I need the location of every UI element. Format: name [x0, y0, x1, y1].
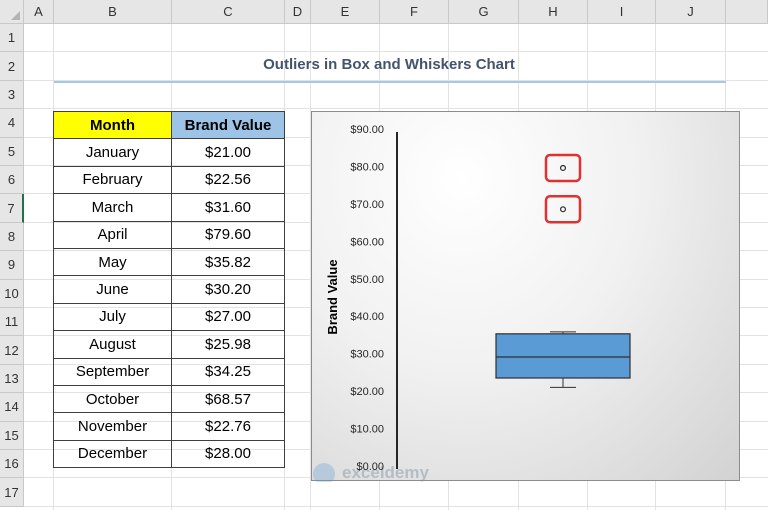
table-row: January $21.00 [53, 138, 285, 167]
brand-value-cell[interactable]: $21.00 [171, 138, 285, 167]
row-header-9[interactable]: 9 [0, 251, 24, 280]
column-header-i[interactable]: I [588, 0, 656, 24]
y-tick-label: $10.00 [350, 424, 384, 436]
month-cell[interactable]: February [53, 165, 172, 195]
watermark-logo-icon [313, 463, 335, 482]
row-header-6[interactable]: 6 [0, 166, 24, 195]
column-header-h[interactable]: H [519, 0, 588, 24]
table-row: February $22.56 [53, 165, 285, 195]
box-whisker-chart[interactable]: exceldemyEXCEL · DATA · BI$0.00$10.00$20… [311, 111, 740, 482]
column-header-g[interactable]: G [449, 0, 519, 24]
row-header-5[interactable]: 5 [0, 137, 24, 166]
brand-value-cell[interactable]: $27.00 [171, 302, 285, 332]
row-header-1[interactable]: 1 [0, 24, 24, 53]
table-row: November $22.76 [53, 412, 285, 441]
month-cell[interactable]: January [53, 138, 172, 167]
row-header-12[interactable]: 12 [0, 336, 24, 365]
table-body: January $21.00 February $22.56 March $31.60 Ap… [53, 138, 285, 469]
column-header-filler [726, 0, 768, 24]
brand-value-header[interactable]: Brand Value [171, 110, 285, 140]
table-row: March $31.60 [53, 193, 285, 222]
table-row: September $34.25 [53, 357, 285, 386]
brand-value-cell[interactable]: $68.57 [171, 384, 285, 414]
y-tick-label: $40.00 [350, 311, 384, 323]
table-row: August $25.98 [53, 330, 285, 359]
chart-plot: exceldemyEXCEL · DATA · BI$0.00$10.00$20… [313, 124, 631, 482]
row-header-13[interactable]: 13 [0, 364, 24, 394]
y-tick-label: $50.00 [350, 274, 384, 286]
grid-hline [24, 505, 768, 507]
row-header-2[interactable]: 2 [0, 52, 24, 81]
column-header-f[interactable]: F [380, 0, 449, 24]
column-header-d[interactable]: D [285, 0, 311, 24]
column-header-e[interactable]: E [311, 0, 380, 24]
column-header-b[interactable]: B [54, 0, 172, 24]
row-header-8[interactable]: 8 [0, 222, 24, 252]
table-row: April $79.60 [53, 220, 285, 249]
y-axis-title: Brand Value [325, 259, 340, 334]
brand-value-cell[interactable]: $25.98 [171, 330, 285, 359]
brand-value-cell[interactable]: $79.60 [171, 220, 285, 249]
y-tick-label: $30.00 [350, 349, 384, 361]
row-header-4[interactable]: 4 [0, 109, 24, 138]
month-cell[interactable]: May [53, 247, 172, 277]
row-header-16[interactable]: 16 [0, 450, 24, 479]
month-cell[interactable]: October [53, 384, 172, 414]
month-cell[interactable]: September [53, 357, 172, 386]
brand-value-cell[interactable]: $22.76 [171, 412, 285, 441]
brand-value-cell[interactable]: $31.60 [171, 193, 285, 222]
brand-value-table: Month Brand Value January $21.00 February $… [53, 110, 285, 469]
row-header-14[interactable]: 14 [0, 393, 24, 422]
month-cell[interactable]: April [53, 220, 172, 249]
table-row: October $68.57 [53, 384, 285, 414]
column-header-j[interactable]: J [656, 0, 726, 24]
column-header-c[interactable]: C [172, 0, 285, 24]
title-underline [54, 81, 726, 83]
row-header-15[interactable]: 15 [0, 421, 24, 450]
brand-value-cell[interactable]: $34.25 [171, 357, 285, 386]
outlier-point [559, 206, 567, 213]
brand-value-cell[interactable]: $22.56 [171, 165, 285, 195]
y-tick-label: $60.00 [350, 236, 384, 248]
table-row: May $35.82 [53, 247, 285, 277]
brand-value-cell[interactable]: $30.20 [171, 275, 285, 304]
month-cell[interactable]: March [53, 193, 172, 222]
month-cell[interactable]: June [53, 275, 172, 304]
y-tick-label: $0.00 [356, 461, 384, 473]
table-row: June $30.20 [53, 275, 285, 304]
box-iqr [495, 333, 631, 379]
y-tick-label: $70.00 [350, 199, 384, 211]
month-header[interactable]: Month [53, 110, 172, 140]
row-header-7[interactable]: 7 [0, 194, 24, 223]
month-cell[interactable]: July [53, 302, 172, 332]
month-cell[interactable]: November [53, 412, 172, 441]
table-row: July $27.00 [53, 302, 285, 332]
watermark-name: exceldemy [342, 463, 429, 482]
y-tick-label: $80.00 [350, 161, 384, 173]
row-header-11[interactable]: 11 [0, 308, 24, 337]
table-header-row: Month Brand Value [53, 110, 285, 140]
row-header-3[interactable]: 3 [0, 80, 24, 110]
y-tick-label: $20.00 [350, 386, 384, 398]
column-header-a[interactable]: A [24, 0, 54, 24]
select-all-corner[interactable] [0, 0, 24, 24]
grid-hline [24, 108, 768, 110]
brand-value-cell[interactable]: $28.00 [171, 439, 285, 469]
y-tick-label: $90.00 [350, 124, 384, 136]
row-header-10[interactable]: 10 [0, 279, 24, 308]
sheet-title: Outliers in Box and Whiskers Chart [263, 56, 515, 73]
row-header-17[interactable]: 17 [0, 478, 24, 507]
brand-value-cell[interactable]: $35.82 [171, 247, 285, 277]
outlier-point [559, 164, 567, 171]
month-cell[interactable]: August [53, 330, 172, 359]
table-row: December $28.00 [53, 439, 285, 469]
grid-hline [24, 51, 768, 53]
month-cell[interactable]: December [53, 439, 172, 469]
